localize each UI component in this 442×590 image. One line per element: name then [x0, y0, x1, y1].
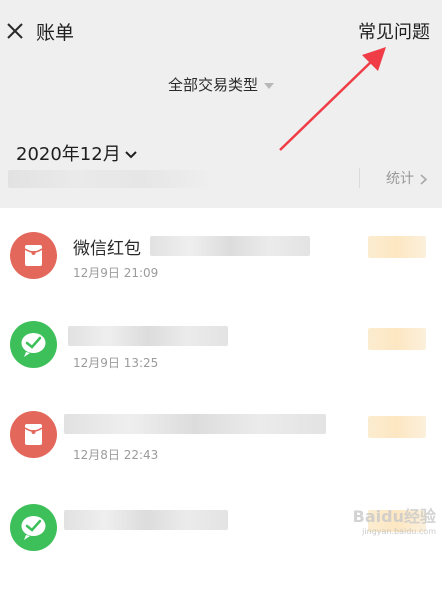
close-icon [7, 23, 23, 39]
filter-label: 全部交易类型 [167, 76, 258, 94]
blurred-amount [368, 416, 426, 438]
blurred-text [150, 236, 310, 256]
blurred-summary [8, 170, 208, 188]
chevron-right-icon [420, 173, 428, 185]
watermark-subtext: jingyan.baidu.com [362, 527, 436, 536]
faq-link[interactable]: 常见问题 [358, 18, 430, 44]
baidu-watermark: Baidu经验 jingyan.baidu.com [353, 503, 436, 536]
red-packet-icon [10, 232, 57, 279]
transaction-date: 12月9日 13:25 [73, 356, 159, 370]
wechat-pay-icon [10, 321, 57, 368]
blurred-amount [368, 328, 426, 350]
list-item[interactable]: 12月8日 22:43 [0, 406, 442, 498]
month-label: 2020年12月 [16, 144, 121, 165]
watermark-text: Baidu经验 [352, 507, 436, 526]
stats-link[interactable]: 统计 [359, 168, 428, 188]
blurred-text [68, 326, 228, 346]
header: 账单 常见问题 [0, 0, 442, 64]
transaction-name: 微信红包 [73, 239, 141, 259]
list-item[interactable]: 微信红包 12月9日 21:09 [0, 228, 442, 320]
month-selector[interactable]: 2020年12月 [16, 140, 137, 166]
red-packet-icon [10, 411, 57, 458]
chevron-down-icon [125, 151, 137, 159]
blurred-text [64, 510, 228, 530]
close-button[interactable] [6, 22, 24, 40]
blurred-text [64, 414, 326, 434]
transaction-date: 12月8日 22:43 [73, 448, 159, 462]
header-area: 账单 常见问题 全部交易类型 2020年12月 统计 [0, 0, 442, 208]
transaction-date: 12月9日 21:09 [73, 266, 159, 280]
list-item[interactable]: 12月9日 13:25 [0, 316, 442, 408]
page-title: 账单 [36, 22, 75, 44]
transaction-type-filter[interactable]: 全部交易类型 [0, 74, 442, 95]
caret-down-icon [264, 82, 274, 89]
blurred-amount [368, 236, 426, 258]
stats-label: 统计 [386, 171, 414, 187]
wechat-pay-icon [10, 504, 57, 551]
